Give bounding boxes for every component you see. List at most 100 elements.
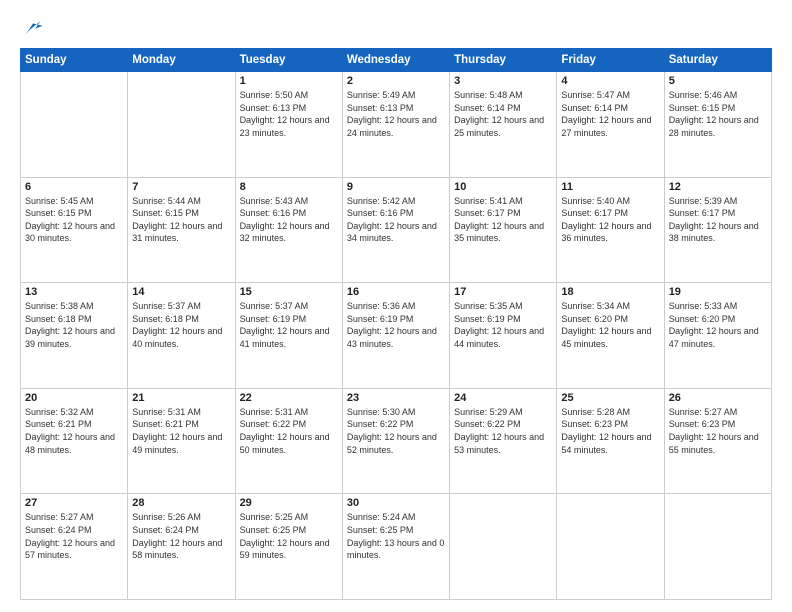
day-cell: 17 Sunrise: 5:35 AM Sunset: 6:19 PM Dayli… (450, 283, 557, 389)
day-cell: 4 Sunrise: 5:47 AM Sunset: 6:14 PM Daylig… (557, 72, 664, 178)
day-cell: 15 Sunrise: 5:37 AM Sunset: 6:19 PM Dayli… (235, 283, 342, 389)
day-number: 17 (454, 286, 552, 298)
day-info: Sunrise: 5:29 AM Sunset: 6:22 PM Dayligh… (454, 406, 552, 456)
day-cell: 16 Sunrise: 5:36 AM Sunset: 6:19 PM Dayli… (342, 283, 449, 389)
day-cell (128, 72, 235, 178)
day-cell (21, 72, 128, 178)
col-header-monday: Monday (128, 49, 235, 72)
day-number: 30 (347, 497, 445, 509)
day-cell: 29 Sunrise: 5:25 AM Sunset: 6:25 PM Dayli… (235, 494, 342, 600)
day-info: Sunrise: 5:35 AM Sunset: 6:19 PM Dayligh… (454, 300, 552, 350)
day-cell: 24Sunrise: 5:29 AM Sunset: 6:22 PM Dayli… (450, 388, 557, 494)
week-row-3: 13 Sunrise: 5:38 AM Sunset: 6:18 PM Dayli… (21, 283, 772, 389)
day-info: Sunrise: 5:48 AM Sunset: 6:14 PM Dayligh… (454, 89, 552, 139)
col-header-thursday: Thursday (450, 49, 557, 72)
day-cell: 27 Sunrise: 5:27 AM Sunset: 6:24 PM Dayli… (21, 494, 128, 600)
day-info: Sunrise: 5:41 AM Sunset: 6:17 PM Dayligh… (454, 195, 552, 245)
col-header-wednesday: Wednesday (342, 49, 449, 72)
page: SundayMondayTuesdayWednesdayThursdayFrid… (0, 0, 792, 612)
day-cell: 11 Sunrise: 5:40 AM Sunset: 6:17 PM Dayli… (557, 177, 664, 283)
day-info: Sunrise: 5:28 AM Sunset: 6:23 PM Dayligh… (561, 406, 659, 456)
day-cell: 20Sunrise: 5:32 AM Sunset: 6:21 PM Dayli… (21, 388, 128, 494)
day-cell (664, 494, 771, 600)
day-cell: 5Sunrise: 5:46 AM Sunset: 6:15 PM Daylig… (664, 72, 771, 178)
day-info: Sunrise: 5:24 AM Sunset: 6:25 PM Dayligh… (347, 511, 445, 561)
day-info: Sunrise: 5:44 AM Sunset: 6:15 PM Dayligh… (132, 195, 230, 245)
day-number: 5 (669, 75, 767, 87)
col-header-tuesday: Tuesday (235, 49, 342, 72)
week-row-2: 6Sunrise: 5:45 AM Sunset: 6:15 PM Daylig… (21, 177, 772, 283)
day-info: Sunrise: 5:36 AM Sunset: 6:19 PM Dayligh… (347, 300, 445, 350)
col-header-saturday: Saturday (664, 49, 771, 72)
day-cell: 25 Sunrise: 5:28 AM Sunset: 6:23 PM Dayli… (557, 388, 664, 494)
day-info: Sunrise: 5:37 AM Sunset: 6:19 PM Dayligh… (240, 300, 338, 350)
day-cell: 1 Sunrise: 5:50 AM Sunset: 6:13 PM Daylig… (235, 72, 342, 178)
day-cell (557, 494, 664, 600)
day-cell: 18 Sunrise: 5:34 AM Sunset: 6:20 PM Dayli… (557, 283, 664, 389)
day-info: Sunrise: 5:49 AM Sunset: 6:13 PM Dayligh… (347, 89, 445, 139)
col-header-friday: Friday (557, 49, 664, 72)
day-number: 11 (561, 181, 659, 193)
day-info: Sunrise: 5:31 AM Sunset: 6:21 PM Dayligh… (132, 406, 230, 456)
day-number: 13 (25, 286, 123, 298)
day-cell: 28Sunrise: 5:26 AM Sunset: 6:24 PM Dayli… (128, 494, 235, 600)
day-cell: 19 Sunrise: 5:33 AM Sunset: 6:20 PM Dayli… (664, 283, 771, 389)
day-number: 8 (240, 181, 338, 193)
day-info: Sunrise: 5:30 AM Sunset: 6:22 PM Dayligh… (347, 406, 445, 456)
day-number: 26 (669, 392, 767, 404)
day-cell: 30 Sunrise: 5:24 AM Sunset: 6:25 PM Dayli… (342, 494, 449, 600)
day-number: 1 (240, 75, 338, 87)
calendar-table: SundayMondayTuesdayWednesdayThursdayFrid… (20, 48, 772, 600)
day-info: Sunrise: 5:37 AM Sunset: 6:18 PM Dayligh… (132, 300, 230, 350)
day-info: Sunrise: 5:50 AM Sunset: 6:13 PM Dayligh… (240, 89, 338, 139)
day-info: Sunrise: 5:38 AM Sunset: 6:18 PM Dayligh… (25, 300, 123, 350)
day-cell: 12 Sunrise: 5:39 AM Sunset: 6:17 PM Dayli… (664, 177, 771, 283)
day-cell: 23 Sunrise: 5:30 AM Sunset: 6:22 PM Dayli… (342, 388, 449, 494)
day-cell: 26Sunrise: 5:27 AM Sunset: 6:23 PM Dayli… (664, 388, 771, 494)
day-cell: 6Sunrise: 5:45 AM Sunset: 6:15 PM Daylig… (21, 177, 128, 283)
day-cell: 10 Sunrise: 5:41 AM Sunset: 6:17 PM Dayli… (450, 177, 557, 283)
day-number: 28 (132, 497, 230, 509)
day-number: 9 (347, 181, 445, 193)
header (20, 18, 772, 40)
day-cell: 8 Sunrise: 5:43 AM Sunset: 6:16 PM Daylig… (235, 177, 342, 283)
day-number: 27 (25, 497, 123, 509)
day-cell: 21 Sunrise: 5:31 AM Sunset: 6:21 PM Dayli… (128, 388, 235, 494)
day-number: 4 (561, 75, 659, 87)
day-info: Sunrise: 5:47 AM Sunset: 6:14 PM Dayligh… (561, 89, 659, 139)
day-number: 21 (132, 392, 230, 404)
day-info: Sunrise: 5:39 AM Sunset: 6:17 PM Dayligh… (669, 195, 767, 245)
day-number: 2 (347, 75, 445, 87)
day-cell: 22Sunrise: 5:31 AM Sunset: 6:22 PM Dayli… (235, 388, 342, 494)
day-number: 23 (347, 392, 445, 404)
day-number: 20 (25, 392, 123, 404)
day-cell: 3 Sunrise: 5:48 AM Sunset: 6:14 PM Daylig… (450, 72, 557, 178)
day-number: 19 (669, 286, 767, 298)
day-number: 25 (561, 392, 659, 404)
day-info: Sunrise: 5:40 AM Sunset: 6:17 PM Dayligh… (561, 195, 659, 245)
logo-bird-icon (22, 18, 44, 40)
day-number: 15 (240, 286, 338, 298)
day-info: Sunrise: 5:27 AM Sunset: 6:24 PM Dayligh… (25, 511, 123, 561)
day-cell: 2 Sunrise: 5:49 AM Sunset: 6:13 PM Daylig… (342, 72, 449, 178)
day-cell (450, 494, 557, 600)
header-row: SundayMondayTuesdayWednesdayThursdayFrid… (21, 49, 772, 72)
day-number: 16 (347, 286, 445, 298)
logo (20, 18, 44, 40)
day-number: 10 (454, 181, 552, 193)
day-cell: 13 Sunrise: 5:38 AM Sunset: 6:18 PM Dayli… (21, 283, 128, 389)
day-number: 6 (25, 181, 123, 193)
day-info: Sunrise: 5:34 AM Sunset: 6:20 PM Dayligh… (561, 300, 659, 350)
day-number: 29 (240, 497, 338, 509)
day-info: Sunrise: 5:43 AM Sunset: 6:16 PM Dayligh… (240, 195, 338, 245)
day-info: Sunrise: 5:33 AM Sunset: 6:20 PM Dayligh… (669, 300, 767, 350)
day-cell: 14Sunrise: 5:37 AM Sunset: 6:18 PM Dayli… (128, 283, 235, 389)
day-cell: 7Sunrise: 5:44 AM Sunset: 6:15 PM Daylig… (128, 177, 235, 283)
day-number: 18 (561, 286, 659, 298)
day-number: 12 (669, 181, 767, 193)
day-number: 3 (454, 75, 552, 87)
col-header-sunday: Sunday (21, 49, 128, 72)
week-row-4: 20Sunrise: 5:32 AM Sunset: 6:21 PM Dayli… (21, 388, 772, 494)
day-number: 22 (240, 392, 338, 404)
day-info: Sunrise: 5:25 AM Sunset: 6:25 PM Dayligh… (240, 511, 338, 561)
